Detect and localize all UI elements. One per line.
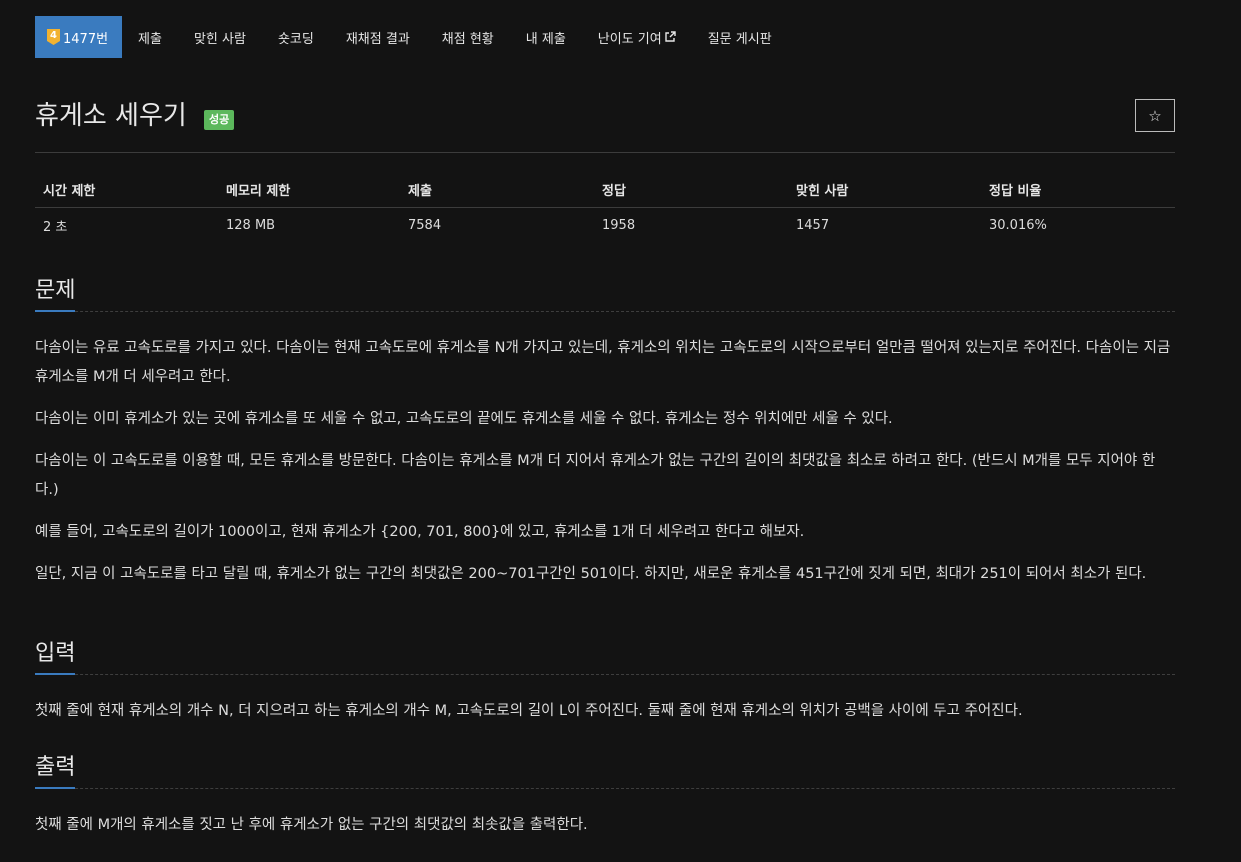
header-accepted: 정답 xyxy=(594,172,788,208)
description-paragraph: 일단, 지금 이 고속도로를 타고 달릴 때, 휴게소가 없는 구간의 최댓값은… xyxy=(35,566,1147,582)
nav-my-submissions[interactable]: 내 제출 xyxy=(510,16,582,58)
nav-question-board[interactable]: 질문 게시판 xyxy=(692,16,788,58)
description-paragraph: 예를 들어, 고속도로의 길이가 1000이고, 현재 휴게소가 {200, 7… xyxy=(35,524,805,540)
description-section: 문제 다솜이는 유료 고속도로를 가지고 있다. 다솜이는 현재 고속도로에 휴… xyxy=(35,276,1175,602)
star-icon: ☆ xyxy=(1148,106,1162,125)
external-link-icon xyxy=(665,31,676,42)
input-paragraph: 첫째 줄에 현재 휴게소의 개수 N, 더 지으려고 하는 휴게소의 개수 M,… xyxy=(35,703,1023,719)
title-row: 휴게소 세우기 성공 ☆ xyxy=(35,98,1175,138)
description-paragraph: 다솜이는 유료 고속도로를 가지고 있다. 다솜이는 현재 고속도로에 휴게소를… xyxy=(35,340,1171,385)
problem-info-table: 시간 제한 메모리 제한 제출 정답 맞힌 사람 정답 비율 2 초 128 M… xyxy=(35,172,1175,243)
header-memory-limit: 메모리 제한 xyxy=(218,172,400,208)
input-heading: 입력 xyxy=(35,641,76,666)
description-paragraph: 다솜이는 이미 휴게소가 있는 곳에 휴게소를 또 세울 수 없고, 고속도로의… xyxy=(35,411,893,427)
header-submissions: 제출 xyxy=(400,172,594,208)
title-divider xyxy=(35,152,1175,153)
favorite-button[interactable]: ☆ xyxy=(1135,99,1175,132)
nav-problem-number-label: 1477번 xyxy=(63,31,109,47)
heading-underline xyxy=(35,787,75,789)
value-accept-ratio: 30.016% xyxy=(989,218,1047,233)
nav-problem-number[interactable]: 4 1477번 xyxy=(35,16,123,58)
nav-difficulty-label: 난이도 기여 xyxy=(597,31,662,47)
nav-judge-status[interactable]: 채점 현황 xyxy=(426,16,510,58)
output-heading: 출력 xyxy=(35,755,76,780)
status-badge: 성공 xyxy=(204,110,235,130)
output-paragraph: 첫째 줄에 M개의 휴게소를 짓고 난 후에 휴게소가 없는 구간의 최댓값의 … xyxy=(35,817,588,833)
heading-underline xyxy=(35,310,75,312)
header-solved-users: 맞힌 사람 xyxy=(788,172,981,208)
table-row: 2 초 128 MB 7584 1958 1457 30.016% xyxy=(35,208,1175,244)
input-section: 입력 첫째 줄에 현재 휴게소의 개수 N, 더 지으려고 하는 휴게소의 개수… xyxy=(35,639,1175,739)
description-header: 문제 xyxy=(35,276,1175,312)
tier-icon: 4 xyxy=(47,29,60,45)
value-submissions: 7584 xyxy=(408,218,442,233)
heading-underline xyxy=(35,673,75,675)
input-body: 첫째 줄에 현재 휴게소의 개수 N, 더 지으려고 하는 휴게소의 개수 M,… xyxy=(35,675,1175,726)
value-solved-users: 1457 xyxy=(796,218,830,233)
value-time-limit: 2 초 xyxy=(43,220,68,235)
description-heading: 문제 xyxy=(35,278,76,303)
nav-short-coding[interactable]: 숏코딩 xyxy=(262,16,330,58)
input-header: 입력 xyxy=(35,639,1175,675)
value-memory-limit: 128 MB xyxy=(226,218,276,233)
value-accepted: 1958 xyxy=(602,218,636,233)
nav-solved-users[interactable]: 맞힌 사람 xyxy=(178,16,262,58)
output-body: 첫째 줄에 M개의 휴게소를 짓고 난 후에 휴게소가 없는 구간의 최댓값의 … xyxy=(35,789,1175,840)
description-body: 다솜이는 유료 고속도로를 가지고 있다. 다솜이는 현재 고속도로에 휴게소를… xyxy=(35,312,1175,589)
header-time-limit: 시간 제한 xyxy=(35,172,218,208)
nav-rejudge-results[interactable]: 재채점 결과 xyxy=(330,16,426,58)
problem-nav: 4 1477번 제출 맞힌 사람 숏코딩 재채점 결과 채점 현황 내 제출 난… xyxy=(35,16,788,58)
description-paragraph: 다솜이는 이 고속도로를 이용할 때, 모든 휴게소를 방문한다. 다솜이는 휴… xyxy=(35,453,1156,498)
header-accept-ratio: 정답 비율 xyxy=(981,172,1175,208)
page-title: 휴게소 세우기 xyxy=(35,101,187,131)
nav-difficulty-contribution[interactable]: 난이도 기여 xyxy=(582,16,692,58)
nav-submit[interactable]: 제출 xyxy=(122,16,178,58)
table-header-row: 시간 제한 메모리 제한 제출 정답 맞힌 사람 정답 비율 xyxy=(35,172,1175,208)
output-header: 출력 xyxy=(35,753,1175,789)
output-section: 출력 첫째 줄에 M개의 휴게소를 짓고 난 후에 휴게소가 없는 구간의 최댓… xyxy=(35,753,1175,853)
